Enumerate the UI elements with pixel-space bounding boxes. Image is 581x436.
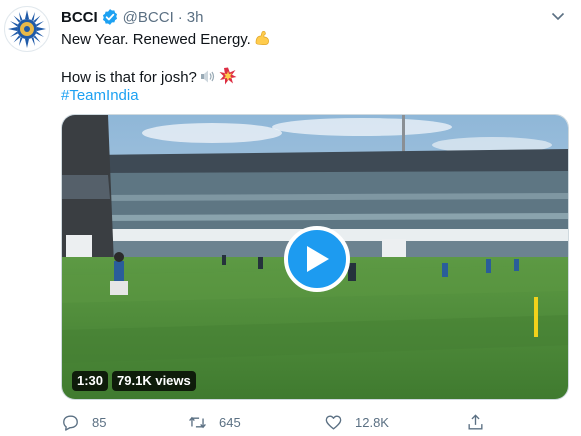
retweet-count: 645 — [219, 414, 241, 430]
reply-button[interactable]: 85 — [61, 410, 106, 434]
user-handle[interactable]: @BCCI — [123, 9, 174, 26]
tweet-text-2: How is that for josh? — [61, 69, 197, 86]
play-button[interactable] — [284, 226, 350, 292]
tweet-header: BCCI @BCCI · 3h — [61, 7, 203, 27]
retweet-button[interactable]: 645 — [188, 410, 241, 434]
like-count: 12.8K — [355, 414, 389, 430]
heart-icon — [325, 414, 342, 430]
video-badges: 1:30 79.1K views — [72, 371, 196, 391]
like-button[interactable]: 12.8K — [324, 410, 389, 434]
flexed-biceps-emoji-icon — [253, 29, 271, 53]
hashtag-link[interactable]: #TeamIndia — [61, 86, 139, 106]
reply-count: 85 — [92, 414, 107, 430]
reply-icon — [63, 414, 78, 431]
play-icon — [307, 246, 329, 272]
bcci-logo-icon — [6, 8, 48, 50]
separator-dot: · — [177, 8, 183, 26]
video-views: 79.1K views — [112, 371, 196, 391]
more-button[interactable] — [547, 8, 569, 24]
share-button[interactable] — [466, 410, 485, 434]
chevron-down-icon — [551, 12, 565, 20]
collision-emoji-icon — [219, 67, 237, 91]
avatar[interactable] — [4, 6, 50, 52]
share-icon — [468, 413, 483, 430]
retweet-icon — [189, 416, 206, 428]
verified-badge-icon — [101, 8, 119, 26]
tweet-text: New Year. Renewed Energy. — [61, 31, 251, 48]
display-name[interactable]: BCCI — [61, 9, 98, 26]
speaker-emoji-icon — [199, 67, 217, 91]
video-duration: 1:30 — [72, 371, 109, 391]
timestamp[interactable]: 3h — [187, 9, 204, 26]
tweet-text-line1: New Year. Renewed Energy. — [61, 29, 271, 53]
tweet-actions: 85 645 12.8K — [61, 410, 569, 434]
tweet[interactable]: BCCI @BCCI · 3h New Year. Renewed Energy… — [0, 0, 581, 436]
video-player[interactable]: 1:30 79.1K views — [61, 114, 569, 400]
